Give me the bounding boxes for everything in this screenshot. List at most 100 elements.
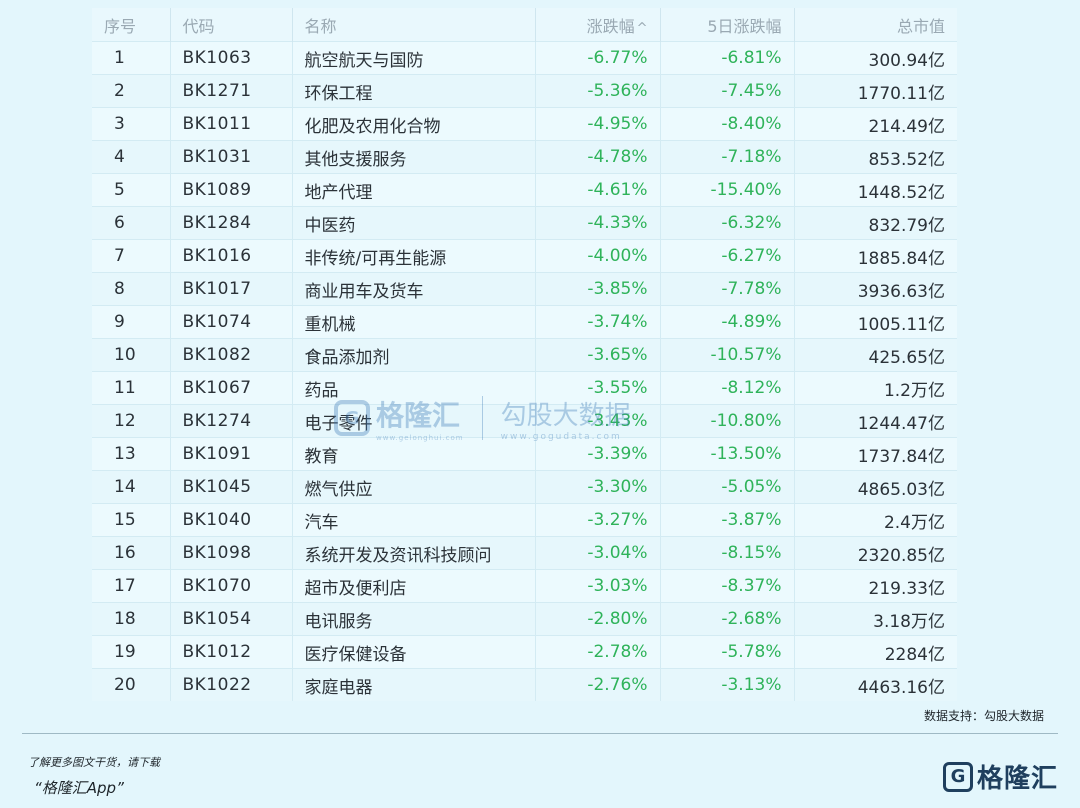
table-row[interactable]: 3 BK1011 化肥及农用化合物 -4.95% -8.40% 214.49亿 xyxy=(92,107,957,141)
row-code: BK1274 xyxy=(170,404,293,438)
row-code: BK1022 xyxy=(170,668,293,701)
row-code: BK1074 xyxy=(170,305,293,339)
table-row[interactable]: 2 BK1271 环保工程 -5.36% -7.45% 1770.11亿 xyxy=(92,74,957,108)
row-index: 1 xyxy=(92,41,171,75)
row-change: -2.78% xyxy=(535,635,661,669)
row-change-5d: -8.12% xyxy=(660,371,795,405)
row-market-cap: 1885.84亿 xyxy=(794,239,957,273)
row-code: BK1271 xyxy=(170,74,293,108)
row-code: BK1045 xyxy=(170,470,293,504)
row-change: -3.85% xyxy=(535,272,661,306)
row-index: 14 xyxy=(92,470,171,504)
row-market-cap: 1448.52亿 xyxy=(794,173,957,207)
row-code: BK1082 xyxy=(170,338,293,372)
row-name: 超市及便利店 xyxy=(292,569,536,603)
table-row[interactable]: 6 BK1284 中医药 -4.33% -6.32% 832.79亿 xyxy=(92,206,957,240)
row-name: 航空航天与国防 xyxy=(292,41,536,75)
header-market-cap[interactable]: 总市值 xyxy=(794,8,957,42)
row-name: 电讯服务 xyxy=(292,602,536,636)
row-index: 5 xyxy=(92,173,171,207)
table-row[interactable]: 7 BK1016 非传统/可再生能源 -4.00% -6.27% 1885.84亿 xyxy=(92,239,957,273)
brand-logo-icon: G xyxy=(942,761,973,792)
row-code: BK1012 xyxy=(170,635,293,669)
row-change: -3.03% xyxy=(535,569,661,603)
table-row[interactable]: 12 BK1274 电子零件 -3.43% -10.80% 1244.47亿 xyxy=(92,404,957,438)
table-row[interactable]: 11 BK1067 药品 -3.55% -8.12% 1.2万亿 xyxy=(92,371,957,405)
row-change: -3.04% xyxy=(535,536,661,570)
row-market-cap: 1737.84亿 xyxy=(794,437,957,471)
row-change-5d: -4.89% xyxy=(660,305,795,339)
row-change-5d: -7.45% xyxy=(660,74,795,108)
row-change: -4.33% xyxy=(535,206,661,240)
header-change-5d[interactable]: 5日涨跌幅 xyxy=(660,8,795,42)
table-row[interactable]: 17 BK1070 超市及便利店 -3.03% -8.37% 219.33亿 xyxy=(92,569,957,603)
row-code: BK1284 xyxy=(170,206,293,240)
table-row[interactable]: 5 BK1089 地产代理 -4.61% -15.40% 1448.52亿 xyxy=(92,173,957,207)
table-row[interactable]: 20 BK1022 家庭电器 -2.76% -3.13% 4463.16亿 xyxy=(92,668,957,701)
row-index: 15 xyxy=(92,503,171,537)
row-index: 20 xyxy=(92,668,171,701)
row-market-cap: 4463.16亿 xyxy=(794,668,957,701)
header-index[interactable]: 序号 xyxy=(92,8,171,42)
table-row[interactable]: 13 BK1091 教育 -3.39% -13.50% 1737.84亿 xyxy=(92,437,957,471)
row-market-cap: 853.52亿 xyxy=(794,140,957,174)
row-market-cap: 2320.85亿 xyxy=(794,536,957,570)
row-name: 家庭电器 xyxy=(292,668,536,701)
row-market-cap: 1005.11亿 xyxy=(794,305,957,339)
row-name: 其他支援服务 xyxy=(292,140,536,174)
data-source-note: 数据支持：勾股大数据 xyxy=(923,709,1044,723)
row-market-cap: 2.4万亿 xyxy=(794,503,957,537)
table-row[interactable]: 18 BK1054 电讯服务 -2.80% -2.68% 3.18万亿 xyxy=(92,602,957,636)
table-row[interactable]: 9 BK1074 重机械 -3.74% -4.89% 1005.11亿 xyxy=(92,305,957,339)
row-change: -2.80% xyxy=(535,602,661,636)
row-market-cap: 1244.47亿 xyxy=(794,404,957,438)
row-name: 商业用车及货车 xyxy=(292,272,536,306)
table-row[interactable]: 16 BK1098 系统开发及资讯科技顾问 -3.04% -8.15% 2320.85亿 xyxy=(92,536,957,570)
row-change: -3.43% xyxy=(535,404,661,438)
row-code: BK1040 xyxy=(170,503,293,537)
row-name: 环保工程 xyxy=(292,74,536,108)
row-index: 13 xyxy=(92,437,171,471)
table-row[interactable]: 1 BK1063 航空航天与国防 -6.77% -6.81% 300.94亿 xyxy=(92,41,957,75)
row-index: 11 xyxy=(92,371,171,405)
row-code: BK1063 xyxy=(170,41,293,75)
table-row[interactable]: 15 BK1040 汽车 -3.27% -3.87% 2.4万亿 xyxy=(92,503,957,537)
row-index: 2 xyxy=(92,74,171,108)
row-name: 电子零件 xyxy=(292,404,536,438)
header-name[interactable]: 名称 xyxy=(292,8,536,42)
table-row[interactable]: 8 BK1017 商业用车及货车 -3.85% -7.78% 3936.63亿 xyxy=(92,272,957,306)
row-name: 中医药 xyxy=(292,206,536,240)
row-code: BK1067 xyxy=(170,371,293,405)
row-market-cap: 425.65亿 xyxy=(794,338,957,372)
row-code: BK1016 xyxy=(170,239,293,273)
row-change-5d: -5.05% xyxy=(660,470,795,504)
header-change[interactable]: 涨跌幅 ^ xyxy=(535,8,661,42)
row-name: 药品 xyxy=(292,371,536,405)
row-change-5d: -2.68% xyxy=(660,602,795,636)
row-change-5d: -6.27% xyxy=(660,239,795,273)
row-change: -5.36% xyxy=(535,74,661,108)
table-row[interactable]: 10 BK1082 食品添加剂 -3.65% -10.57% 425.65亿 xyxy=(92,338,957,372)
row-change-5d: -8.15% xyxy=(660,536,795,570)
download-prompt: 了解更多图文干货，请下载 xyxy=(28,756,160,769)
row-code: BK1070 xyxy=(170,569,293,603)
row-change-5d: -6.32% xyxy=(660,206,795,240)
row-index: 12 xyxy=(92,404,171,438)
row-name: 系统开发及资讯科技顾问 xyxy=(292,536,536,570)
table-row[interactable]: 14 BK1045 燃气供应 -3.30% -5.05% 4865.03亿 xyxy=(92,470,957,504)
row-change-5d: -3.87% xyxy=(660,503,795,537)
row-market-cap: 1.2万亿 xyxy=(794,371,957,405)
page: 序号 代码 名称 涨跌幅 ^ 5日涨跌幅 总市值 1 BK1063 航空航天与国防 -6… xyxy=(0,0,1080,808)
row-code: BK1011 xyxy=(170,107,293,141)
table-row[interactable]: 4 BK1031 其他支援服务 -4.78% -7.18% 853.52亿 xyxy=(92,140,957,174)
row-change: -2.76% xyxy=(535,668,661,701)
row-market-cap: 3.18万亿 xyxy=(794,602,957,636)
table-row[interactable]: 19 BK1012 医疗保健设备 -2.78% -5.78% 2284亿 xyxy=(92,635,957,669)
row-change-5d: -10.80% xyxy=(660,404,795,438)
row-name: 燃气供应 xyxy=(292,470,536,504)
row-change: -6.77% xyxy=(535,41,661,75)
row-change-5d: -5.78% xyxy=(660,635,795,669)
row-change-5d: -7.78% xyxy=(660,272,795,306)
header-code[interactable]: 代码 xyxy=(170,8,293,42)
row-index: 8 xyxy=(92,272,171,306)
